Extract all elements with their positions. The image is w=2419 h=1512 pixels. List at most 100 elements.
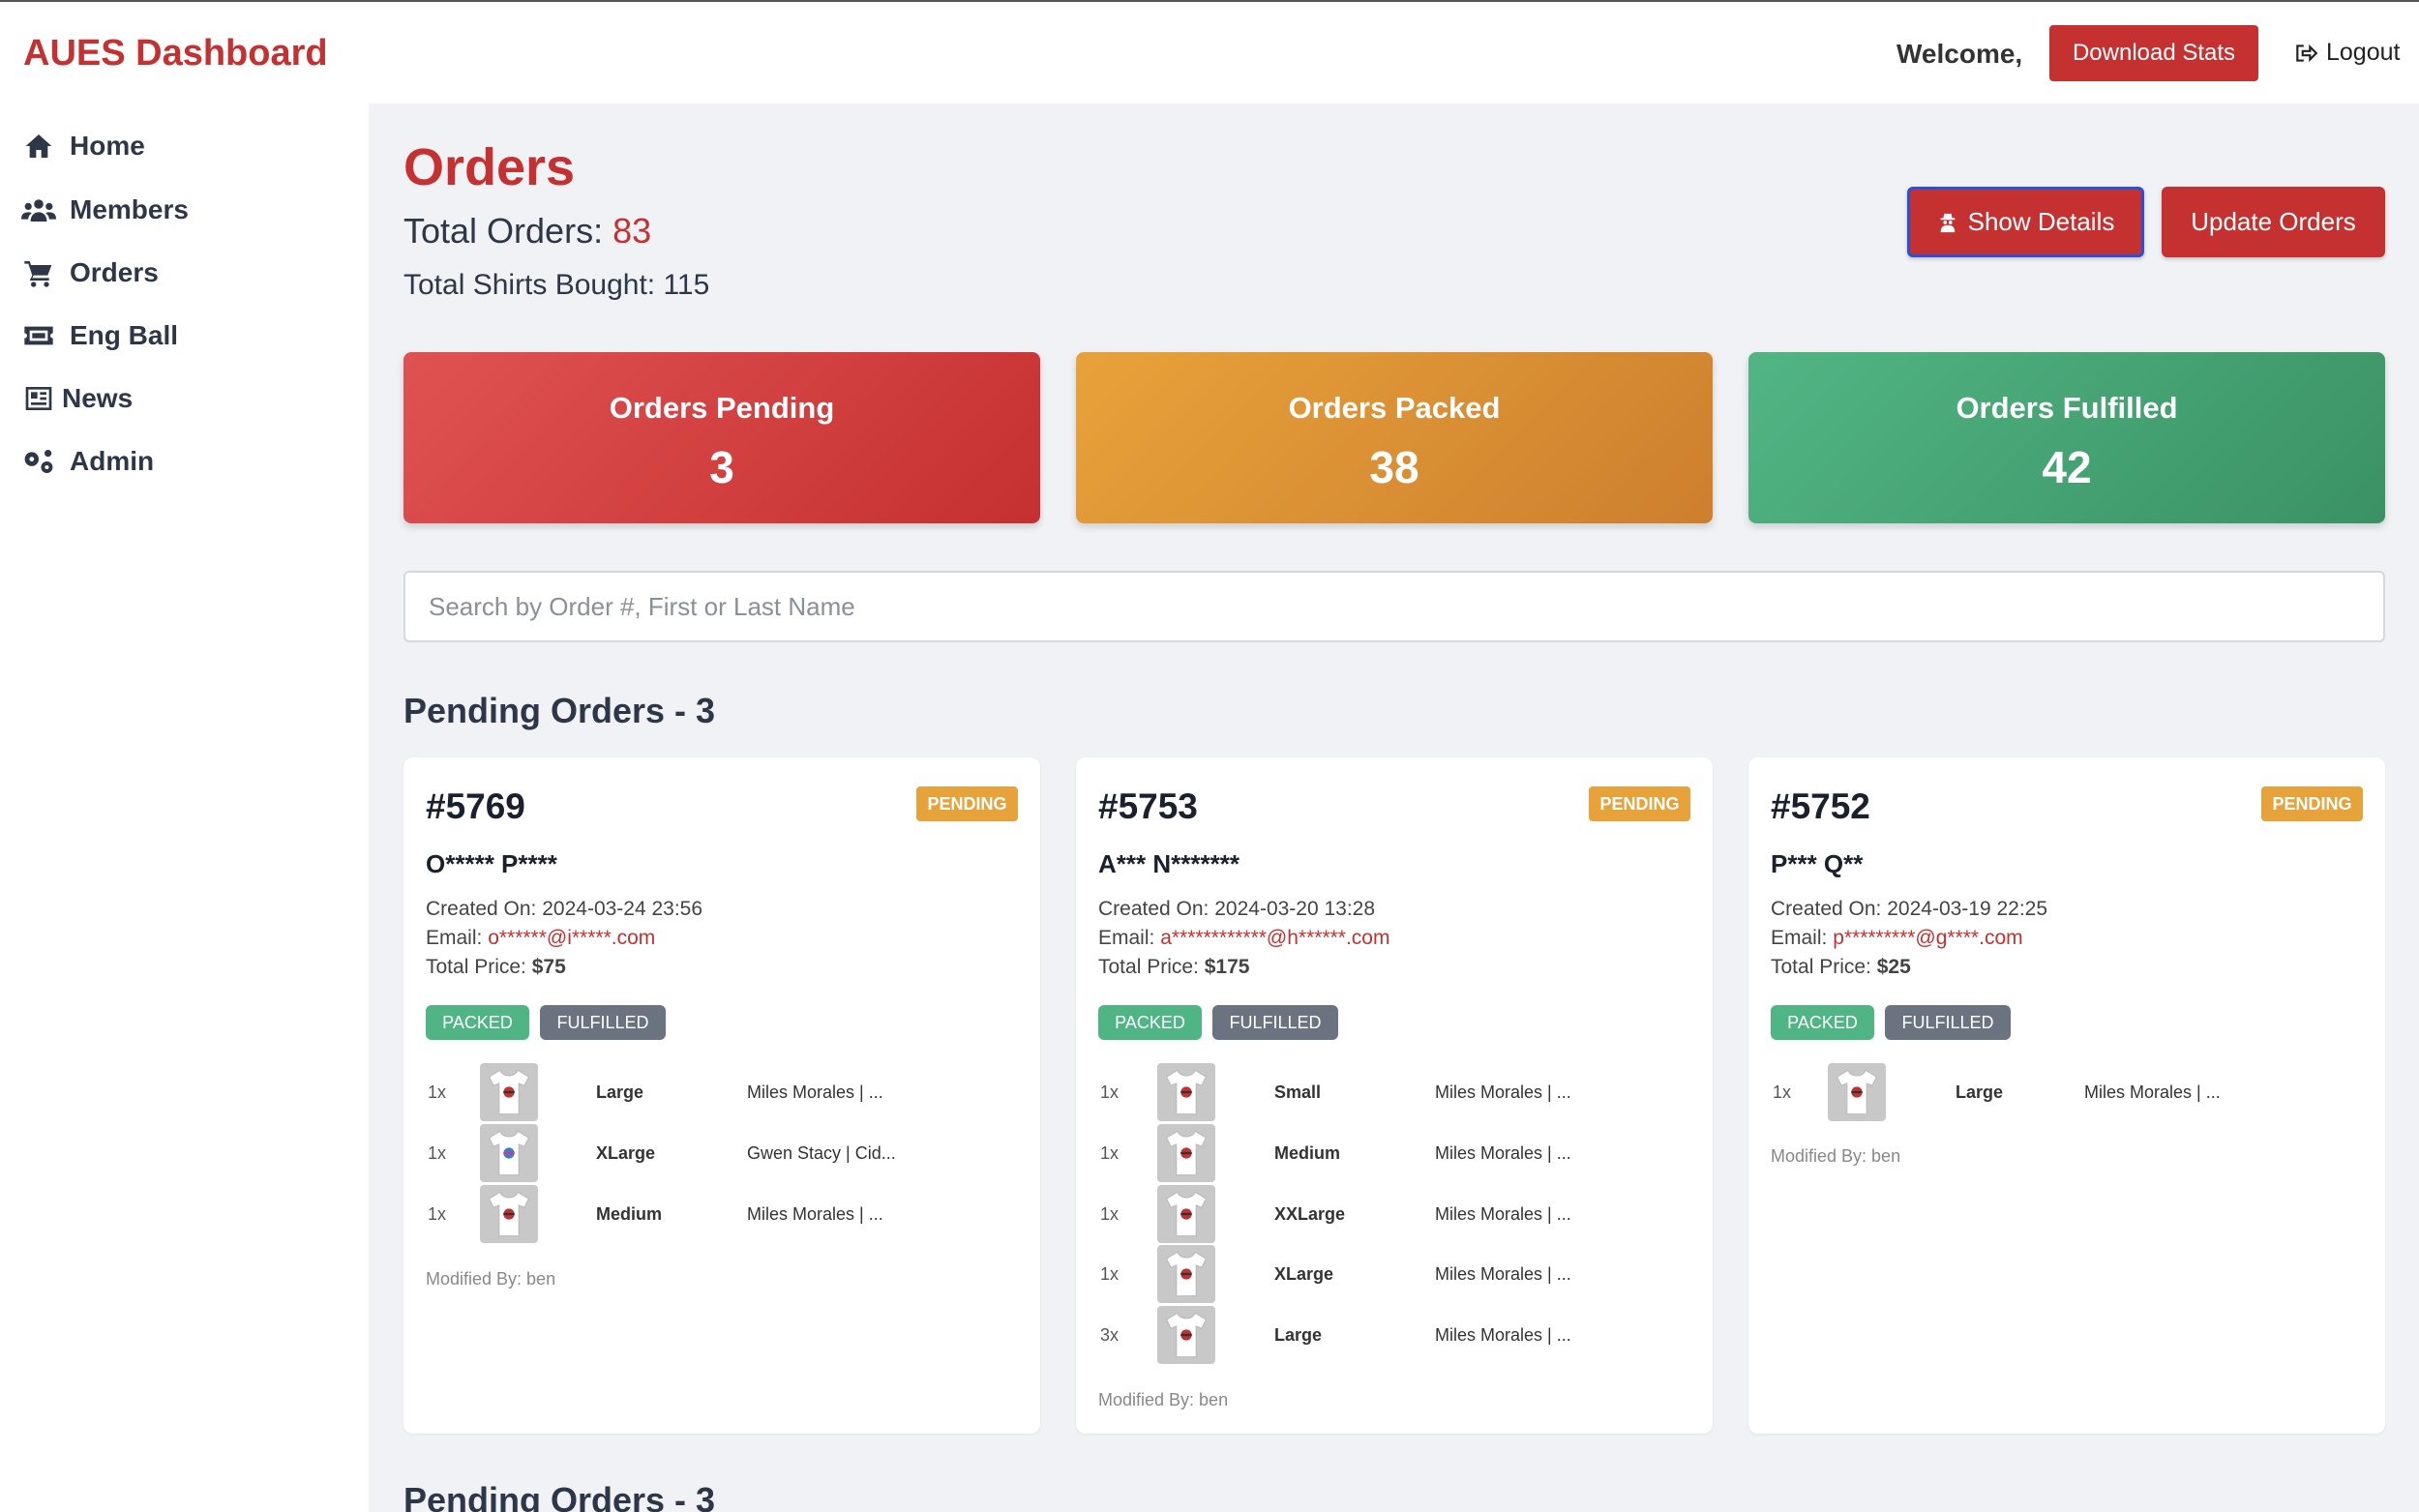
price-value: $25 <box>1876 956 1911 978</box>
update-orders-button[interactable]: Update Orders <box>2162 187 2385 257</box>
packed-button[interactable]: PACKED <box>1771 1005 1874 1040</box>
modified-by: Modified By: ben <box>426 1269 556 1289</box>
tshirt-icon <box>1836 1069 1878 1115</box>
order-item: 1x XLarge Miles Morales | ... <box>1076 1245 1713 1303</box>
download-stats-button[interactable]: Download Stats <box>2049 25 2258 81</box>
status-badge: PENDING <box>2261 786 2363 821</box>
sidebar-item-members[interactable]: Members <box>21 194 189 225</box>
tshirt-icon <box>488 1069 530 1115</box>
sidebar-item-eng-ball[interactable]: Eng Ball <box>21 320 178 351</box>
created-value: 2024-03-24 23:56 <box>542 898 703 920</box>
fulfilled-button[interactable]: FULFILLED <box>1212 1005 1338 1040</box>
item-qty: 1x <box>1100 1082 1120 1102</box>
item-qty: 1x <box>428 1143 447 1163</box>
price-label: Total Price: <box>426 956 532 978</box>
item-qty: 1x <box>1773 1082 1792 1102</box>
item-product: Miles Morales | ... <box>747 1204 883 1224</box>
item-size: Large <box>1274 1325 1323 1345</box>
shirt-thumbnail <box>480 1063 538 1121</box>
sidebar-item-label: News <box>62 383 134 413</box>
shirt-thumbnail <box>1828 1063 1886 1121</box>
order-item: 1x Large Miles Morales | ... <box>403 1063 1040 1121</box>
order-card[interactable]: #5753 PENDING A*** N******* Created On: … <box>1076 757 1713 1434</box>
sidebar-item-home[interactable]: Home <box>21 131 145 162</box>
total-price: Total Price: $175 <box>1098 956 1249 979</box>
packed-button[interactable]: PACKED <box>1098 1005 1202 1040</box>
show-details-label: Show Details <box>1967 207 2115 236</box>
item-qty: 1x <box>1100 1264 1120 1284</box>
shirt-thumbnail <box>480 1185 538 1243</box>
created-value: 2024-03-20 13:28 <box>1214 898 1376 920</box>
stat-card-fulfilled: Orders Fulfilled 42 <box>1748 352 2385 523</box>
tshirt-icon <box>1165 1251 1208 1297</box>
email: Email: a************@h******.com <box>1098 927 1389 950</box>
order-item: 1x XXLarge Miles Morales | ... <box>1076 1185 1713 1243</box>
item-product: Miles Morales | ... <box>2084 1082 2221 1102</box>
order-number: #5769 <box>426 786 525 826</box>
customer-name: A*** N******* <box>1098 849 1239 878</box>
brand-title[interactable]: AUES Dashboard <box>23 33 328 74</box>
sidebar-item-label: Orders <box>70 257 159 287</box>
sidebar-item-admin[interactable]: Admin <box>21 446 154 477</box>
stat-label: Orders Packed <box>1288 391 1501 425</box>
created-label: Created On: <box>1771 898 1888 920</box>
email-link[interactable]: p*********@g****.com <box>1833 927 2022 949</box>
item-size: Large <box>1956 1082 2004 1102</box>
total-orders-label: Total Orders: <box>403 211 613 251</box>
status-badge: PENDING <box>1589 786 1690 821</box>
created-label: Created On: <box>1098 898 1215 920</box>
packed-button[interactable]: PACKED <box>426 1005 529 1040</box>
email: Email: o******@i*****.com <box>426 927 655 950</box>
logout-link[interactable]: Logout <box>2293 39 2400 67</box>
item-product: Miles Morales | ... <box>1435 1325 1571 1345</box>
sidebar-item-orders[interactable]: Orders <box>21 257 159 288</box>
welcome-text: Welcome, <box>1896 39 2023 69</box>
top-bar: AUES Dashboard Welcome, Download Stats L… <box>0 0 2419 104</box>
item-size: XXLarge <box>1274 1204 1346 1224</box>
shirt-thumbnail <box>480 1124 538 1182</box>
fulfilled-button[interactable]: FULFILLED <box>540 1005 666 1040</box>
email-label: Email: <box>1098 927 1161 949</box>
total-shirts: Total Shirts Bought: 115 <box>403 269 710 301</box>
email: Email: p*********@g****.com <box>1771 927 2023 950</box>
order-item: 1x Medium Miles Morales | ... <box>1076 1124 1713 1182</box>
item-product: Miles Morales | ... <box>1435 1082 1571 1102</box>
order-card[interactable]: #5769 PENDING O***** P**** Created On: 2… <box>403 757 1040 1434</box>
created-on: Created On: 2024-03-24 23:56 <box>426 898 702 921</box>
email-link[interactable]: a************@h******.com <box>1160 927 1389 949</box>
user-secret-icon <box>1940 213 1955 232</box>
order-item: 3x Large Miles Morales | ... <box>1076 1306 1713 1364</box>
order-number: #5753 <box>1098 786 1198 826</box>
tshirt-icon <box>1165 1191 1208 1237</box>
total-price: Total Price: $25 <box>1771 956 1911 979</box>
order-number: #5752 <box>1771 786 1870 826</box>
customer-name: P*** Q** <box>1771 849 1864 878</box>
item-product: Miles Morales | ... <box>747 1082 883 1102</box>
fulfilled-button[interactable]: FULFILLED <box>1885 1005 2011 1040</box>
show-details-button[interactable]: Show Details <box>1907 187 2144 257</box>
tshirt-icon <box>488 1130 530 1176</box>
search-input[interactable] <box>403 571 2385 642</box>
shirt-thumbnail <box>1157 1185 1215 1243</box>
item-product: Miles Morales | ... <box>1435 1143 1571 1163</box>
gears-icon <box>24 450 53 473</box>
item-qty: 1x <box>1100 1204 1120 1224</box>
order-item: 1x XLarge Gwen Stacy | Cid... <box>403 1124 1040 1182</box>
email-link[interactable]: o******@i*****.com <box>488 927 655 949</box>
item-size: Large <box>596 1082 644 1102</box>
item-qty: 1x <box>1100 1143 1120 1163</box>
sidebar-item-news[interactable]: News <box>21 383 133 414</box>
sidebar-item-label: Home <box>70 131 145 161</box>
stat-label: Orders Pending <box>609 391 835 425</box>
price-value: $75 <box>531 956 566 978</box>
created-value: 2024-03-19 22:25 <box>1887 898 2048 920</box>
stat-card-packed: Orders Packed 38 <box>1076 352 1713 523</box>
item-size: XLarge <box>1274 1264 1334 1284</box>
newspaper-icon <box>25 387 52 410</box>
sidebar-item-label: Eng Ball <box>70 320 179 350</box>
tshirt-icon <box>1165 1312 1208 1358</box>
order-card[interactable]: #5752 PENDING P*** Q** Created On: 2024-… <box>1748 757 2385 1434</box>
item-size: XLarge <box>596 1143 656 1163</box>
item-product: Miles Morales | ... <box>1435 1204 1571 1224</box>
stat-card-pending: Orders Pending 3 <box>403 352 1040 523</box>
